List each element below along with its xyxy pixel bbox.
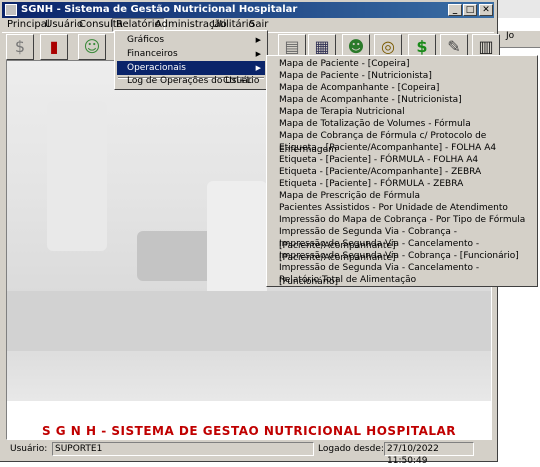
window-title: SGNH - Sistema de Gestão Nutricional Hos… (21, 4, 298, 15)
background-photo-bench (7, 291, 491, 351)
submenu-item[interactable]: Relatório Total de Alimentação (269, 273, 535, 287)
user-value: SUPORTE1 (52, 442, 314, 456)
status-bar: Usuário: SUPORTE1 Logado desde: 27/10/20… (2, 442, 494, 466)
menu-item-financeiros-label: Financeiros (127, 49, 178, 59)
maximize-button[interactable]: □ (463, 4, 477, 16)
app-icon (5, 4, 17, 16)
menu-item-operacionais-label: Operacionais (127, 63, 186, 73)
logged-label: Logado desde: (318, 444, 384, 454)
background-window-titlebar (498, 0, 540, 18)
menu-item-graficos[interactable]: Gráficos ▶ (117, 33, 265, 47)
minimize-button[interactable]: _ (448, 4, 462, 16)
menu-item-log-shortcut: Ctrl+L (223, 76, 252, 86)
book-icon[interactable]: ▮ (40, 34, 68, 60)
submenu-arrow-icon: ▶ (255, 50, 261, 58)
user-icon[interactable]: ☺ (78, 34, 106, 60)
banner-text: S G N H - SISTEMA DE GESTAO NUTRICIONAL … (41, 424, 457, 438)
menu-item-financeiros[interactable]: Financeiros ▶ (117, 47, 265, 61)
operacionais-submenu: Mapa de Paciente - [Copeira] Mapa de Pac… (266, 55, 538, 287)
background-window-toolbar (498, 30, 540, 48)
background-photo-equipment (137, 231, 217, 281)
background-window-toolbar-text: Jo (506, 31, 515, 41)
submenu-arrow-icon: ▶ (255, 64, 261, 72)
title-bar[interactable]: SGNH - Sistema de Gestão Nutricional Hos… (2, 2, 494, 18)
close-button[interactable]: ✕ (479, 4, 493, 16)
logged-value: 27/10/2022 11:50:49 (384, 442, 474, 466)
relatorio-menu: Gráficos ▶ Financeiros ▶ Operacionais ▶ … (114, 30, 268, 90)
submenu-arrow-icon: ▶ (255, 36, 261, 44)
menu-item-operacionais[interactable]: Operacionais ▶ (117, 61, 265, 75)
menu-item-graficos-label: Gráficos (127, 35, 165, 45)
banner: S G N H - SISTEMA DE GESTAO NUTRICIONAL … (7, 401, 491, 439)
dollar-sign-icon[interactable]: $ (6, 34, 34, 60)
background-photo-figure (47, 101, 107, 251)
user-label: Usuário: (10, 444, 48, 454)
menu-item-log[interactable]: Log de Operações do Usuário Ctrl+L (117, 74, 265, 88)
